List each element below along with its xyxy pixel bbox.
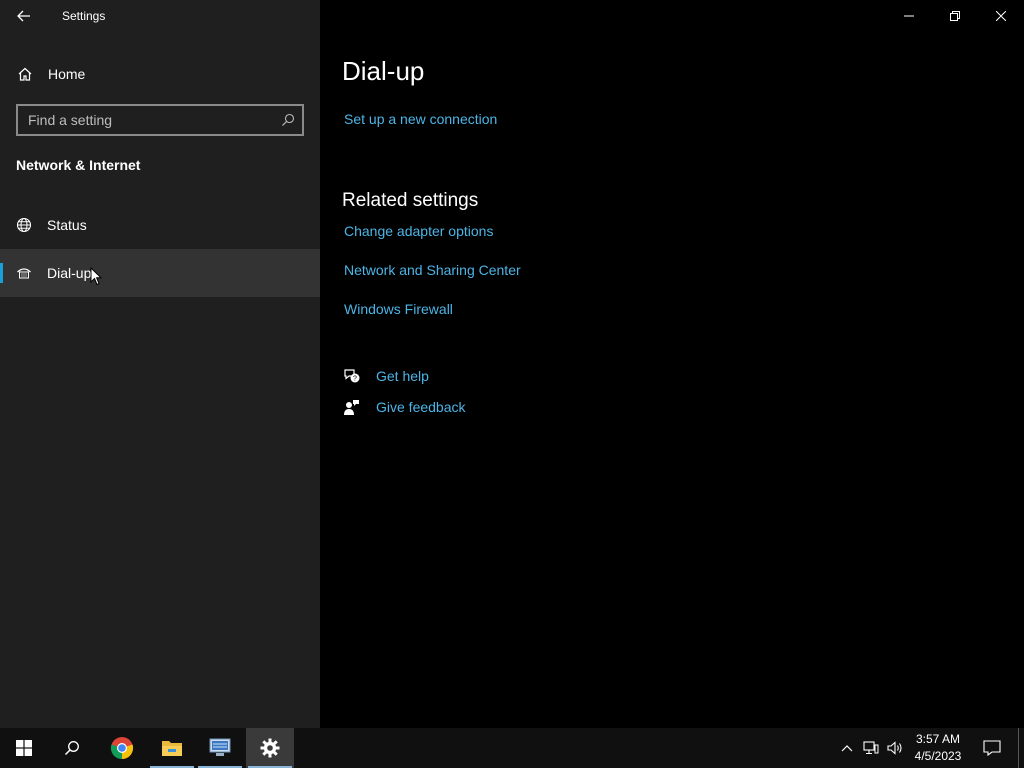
change-adapter-options-link[interactable]: Change adapter options [344,223,493,239]
chrome-taskbar-button[interactable] [98,728,146,768]
globe-icon [15,216,33,234]
close-icon [996,11,1006,21]
volume-tray-button[interactable] [884,728,906,768]
search-icon[interactable] [280,112,296,128]
get-help-row[interactable]: ? Get help [342,365,429,387]
search-box[interactable] [16,104,304,136]
get-help-label[interactable]: Get help [376,368,429,384]
app-title: Settings [62,9,106,23]
close-button[interactable] [978,0,1024,32]
clock-time: 3:57 AM [915,732,961,746]
settings-icon [260,738,280,758]
feedback-icon [342,397,362,417]
file-explorer-icon [162,741,182,756]
sidebar-item-status[interactable]: Status [0,201,320,249]
related-settings-title: Related settings [342,190,479,211]
search-icon [64,741,79,756]
page-title: Dial-up [342,56,425,86]
section-title: Network & Internet [16,157,141,173]
settings-window: Settings Home Network & Internet [0,0,1024,728]
back-arrow-icon [17,10,30,22]
sidebar-item-label: Dial-up [47,265,92,281]
notifications-icon [983,740,1001,756]
volume-icon [887,741,902,755]
mouse-cursor-icon [90,267,102,286]
start-button[interactable] [0,728,48,768]
titlebar-left: Settings [0,0,320,32]
network-sharing-center-link[interactable]: Network and Sharing Center [344,262,521,278]
restore-button[interactable] [932,0,978,32]
sidebar-item-label: Status [47,217,87,233]
network-tray-button[interactable] [860,728,882,768]
network-icon [863,741,879,755]
home-icon [16,65,34,83]
minimize-icon [904,15,914,17]
restore-icon [950,11,960,21]
setup-connection-link[interactable]: Set up a new connection [344,111,497,127]
windows-logo-icon [16,740,32,756]
dial-up-icon [15,264,33,282]
show-hidden-icons-button[interactable] [836,728,858,768]
sidebar-item-dial-up[interactable]: Dial-up [0,249,320,297]
window-controls [886,0,1024,32]
nav-home-label: Home [48,66,86,82]
minimize-button[interactable] [886,0,932,32]
svg-text:?: ? [353,376,357,383]
clock[interactable]: 3:57 AM 4/5/2023 [906,731,970,765]
back-button[interactable] [8,0,40,32]
search-input[interactable] [18,106,278,134]
give-feedback-row[interactable]: Give feedback [342,396,466,418]
network-app-icon [209,738,231,756]
chevron-up-icon [841,745,853,752]
windows-firewall-link[interactable]: Windows Firewall [344,301,453,317]
sidebar: Settings Home Network & Internet [0,0,320,728]
file-explorer-taskbar-button[interactable] [148,728,196,768]
settings-taskbar-button[interactable] [246,728,294,768]
taskbar: 3:57 AM 4/5/2023 [0,728,1024,768]
action-center-button[interactable] [976,728,1008,768]
help-chat-icon: ? [342,366,362,386]
chrome-icon [110,737,134,760]
taskbar-search-button[interactable] [48,728,96,768]
network-app-taskbar-button[interactable] [196,728,244,768]
show-desktop-button[interactable] [1018,728,1019,768]
nav-home[interactable]: Home [0,56,320,92]
give-feedback-label[interactable]: Give feedback [376,399,466,415]
clock-date: 4/5/2023 [914,749,962,763]
